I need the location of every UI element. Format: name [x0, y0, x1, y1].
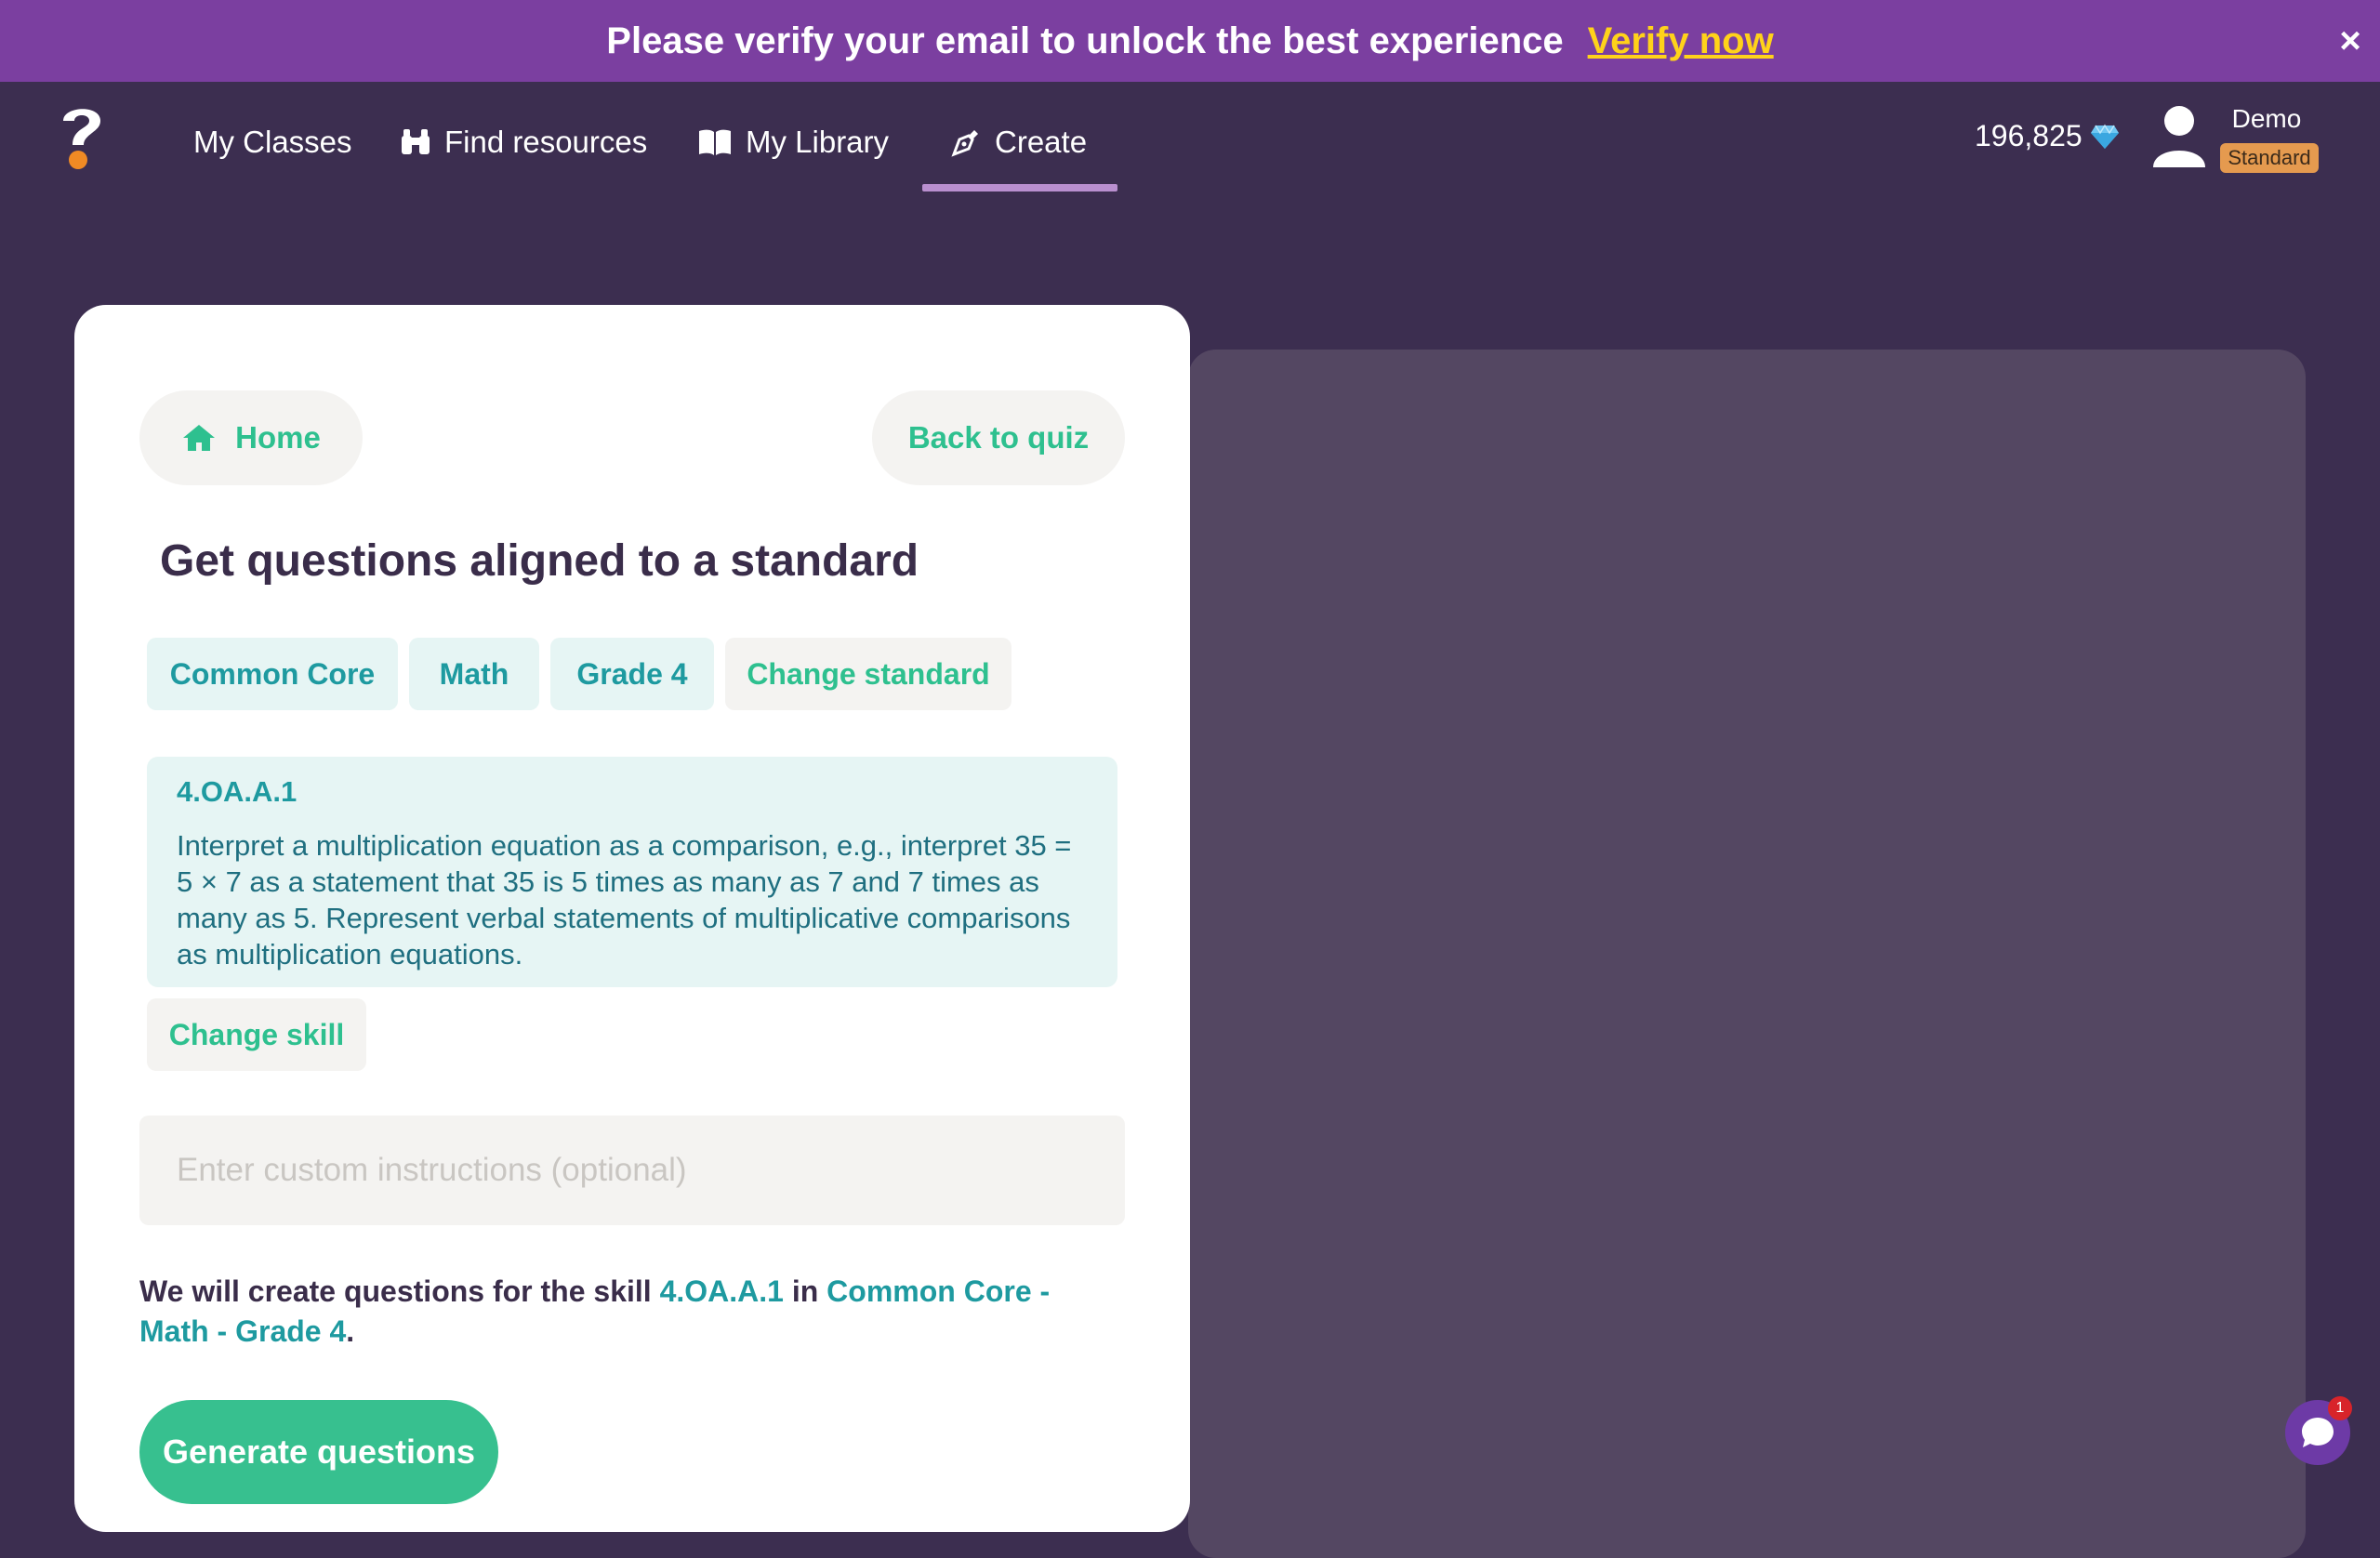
nav-find-resources-label: Find resources	[444, 125, 648, 159]
summary-skill: 4.OA.A.1	[659, 1274, 784, 1308]
banner-message: Please verify your email to unlock the b…	[606, 20, 1564, 61]
nav-my-classes[interactable]: My Classes	[193, 119, 352, 165]
chip-math[interactable]: Math	[409, 638, 539, 710]
change-skill-button[interactable]: Change skill	[147, 998, 366, 1071]
summary-middle: in	[783, 1274, 827, 1308]
diamond-icon	[2090, 124, 2119, 149]
summary-prefix: We will create questions for the skill	[139, 1274, 660, 1308]
gem-count: 196,825	[1975, 119, 2082, 152]
close-banner-icon[interactable]: ×	[2332, 20, 2369, 61]
page-title: Get questions aligned to a standard	[160, 536, 919, 586]
generation-summary: We will create questions for the skill 4…	[139, 1272, 1125, 1352]
book-icon	[699, 129, 731, 155]
standard-questions-card: Home Back to quiz Get questions aligned …	[74, 305, 1190, 1532]
summary-suffix: .	[346, 1314, 355, 1348]
nav-my-classes-label: My Classes	[193, 125, 352, 159]
home-icon	[183, 425, 216, 451]
back-to-quiz-button[interactable]: Back to quiz	[872, 390, 1125, 485]
chat-bubble-icon	[2302, 1418, 2334, 1447]
home-button[interactable]: Home	[139, 390, 363, 485]
selected-skill-box: 4.OA.A.1 Interpret a multiplication equa…	[147, 757, 1117, 987]
plan-badge: Standard	[2220, 143, 2319, 173]
nav-create-label: Create	[995, 125, 1088, 159]
binoculars-icon	[402, 129, 430, 154]
nav-create[interactable]: Create	[950, 119, 1087, 165]
verify-now-link[interactable]: Verify now	[1588, 20, 1774, 62]
pen-nib-icon	[951, 130, 978, 157]
quizizz-logo-icon[interactable]	[56, 100, 108, 171]
generate-questions-button[interactable]: Generate questions	[139, 1400, 498, 1504]
gem-balance: 196,825	[1975, 119, 2120, 153]
top-nav: My Classes Find resources My Library Cre…	[0, 82, 2380, 195]
chat-notification-badge: 1	[2328, 1396, 2352, 1420]
skill-description: Interpret a multiplication equation as a…	[177, 829, 1072, 970]
back-to-quiz-label: Back to quiz	[907, 420, 1090, 455]
custom-instructions-input[interactable]	[139, 1116, 1125, 1225]
quiz-preview-panel	[1188, 350, 2306, 1558]
change-standard-button[interactable]: Change standard	[725, 638, 1012, 710]
home-button-label: Home	[235, 420, 321, 455]
active-tab-indicator	[922, 184, 1117, 191]
chip-common-core[interactable]: Common Core	[147, 638, 398, 710]
skill-code: 4.OA.A.1	[177, 775, 298, 808]
chip-grade[interactable]: Grade 4	[550, 638, 714, 710]
nav-find-resources[interactable]: Find resources	[400, 119, 647, 165]
verify-email-banner: Please verify your email to unlock the b…	[0, 0, 2380, 82]
nav-my-library[interactable]: My Library	[697, 119, 889, 165]
user-icon[interactable]	[2151, 104, 2207, 169]
nav-my-library-label: My Library	[746, 125, 890, 159]
user-name[interactable]: Demo	[2231, 104, 2302, 134]
